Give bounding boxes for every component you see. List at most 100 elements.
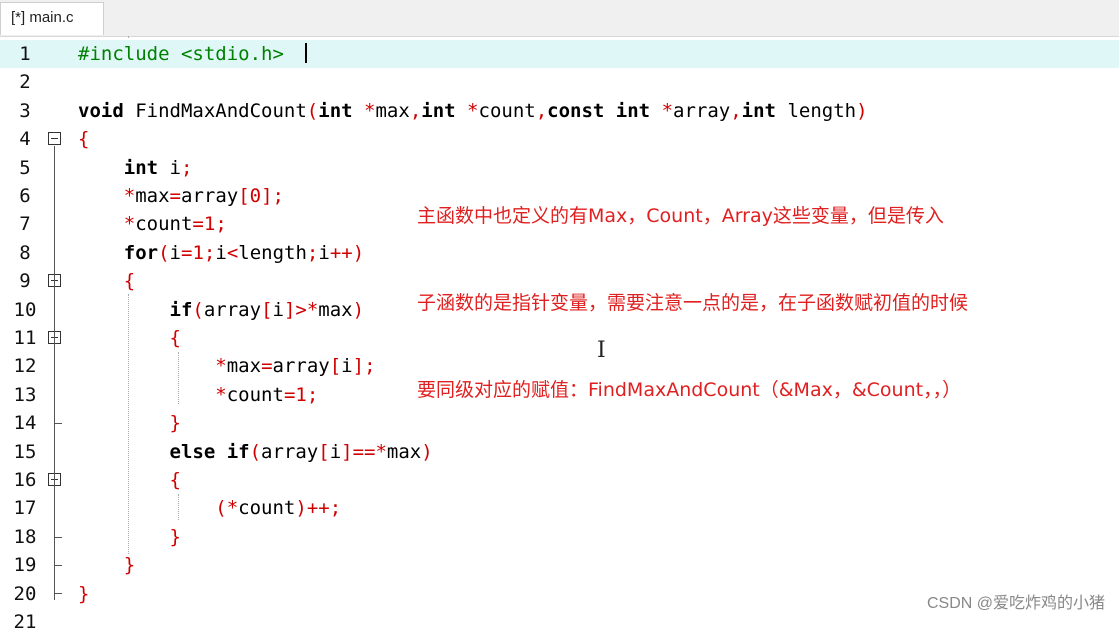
code-token: ; [306,384,319,406]
code-token: { [123,270,136,292]
code-token: , [535,100,548,122]
code-token: * [467,100,479,122]
fold-end-marker [54,423,62,424]
code-token: * [215,355,227,377]
code-text: { [78,324,181,352]
code-token: length [238,242,307,264]
code-line[interactable]: 19 } [0,551,1119,579]
annotation-text: 主函数中也定义的有Max，Count，Array这些变量，但是传入 子涵数的是指… [417,144,968,463]
line-number: 19 [13,554,37,576]
code-token: i [215,242,227,264]
code-line[interactable]: 17 (*count)++; [0,494,1119,522]
code-token: [ [261,299,273,321]
line-number: 4 [19,128,31,150]
line-number: 14 [13,412,37,434]
fold-end-marker [54,537,62,538]
code-text: { [78,466,181,494]
code-editor[interactable]: 1 #include <stdio.h> 2 3 void FindMaxAndCoun… [0,38,1119,633]
code-text: } [78,580,89,608]
code-line[interactable]: 1 #include <stdio.h> [0,40,1119,68]
code-token: ) [856,100,868,122]
code-token: } [169,526,181,548]
code-token: , [409,100,422,122]
code-token: int [123,157,159,179]
line-number: 16 [13,469,37,491]
code-line[interactable]: 2 [0,68,1119,96]
code-token: i [272,299,284,321]
code-text: *count=1; [78,210,227,238]
code-token: , [730,100,742,122]
code-token: ++) [329,242,365,264]
line-number: 17 [13,497,37,519]
code-token: count [238,497,296,519]
code-line[interactable]: 18 } [0,523,1119,551]
fold-end-marker [54,593,62,594]
text-caret [305,43,307,63]
code-token: max [375,100,410,122]
code-token: ; [203,242,216,264]
code-text: void FindMaxAndCount(int *max,int *count… [78,97,868,125]
line-number: 20 [13,583,37,605]
line-number: 9 [19,270,31,292]
code-token: ) [352,299,365,321]
code-token: = [169,185,181,207]
tab-main-c[interactable]: [*] main.c [0,2,104,35]
code-token: void [78,100,124,122]
code-token: else if [169,441,250,463]
code-token: count [478,100,536,122]
code-text: { [78,267,135,295]
fold-toggle-icon[interactable] [48,132,61,145]
code-token: array [203,299,262,321]
tab-title: [*] main.c [11,9,74,26]
code-token: * [661,100,674,122]
code-text: *max=array[i]; [78,352,375,380]
code-token: i [318,242,330,264]
code-token: int [741,100,776,122]
code-token: ; [215,213,227,235]
code-token: * [364,100,376,122]
code-token: ( [306,100,319,122]
line-number: 13 [13,384,37,406]
code-token: FindMaxAndCount [123,100,307,122]
code-text: { [78,125,89,153]
code-token: int [421,100,456,122]
code-text: int i; [78,154,193,182]
indent-guide [178,352,179,404]
code-text: } [78,523,181,551]
code-text: else if(array[i]==*max) [78,438,433,466]
code-text: *count=1; [78,381,318,409]
code-text: } [78,551,135,579]
code-token: 1 [295,384,307,406]
code-token: ]; [261,185,284,207]
line-number: 12 [13,355,37,377]
code-token: = [283,384,296,406]
code-token: < [226,242,239,264]
line-number: 5 [19,157,31,179]
code-token: max [135,185,170,207]
code-line[interactable]: 3 void FindMaxAndCount(int *max,int *coun… [0,97,1119,125]
code-text: #include <stdio.h> [78,40,284,68]
code-token: count [226,384,284,406]
code-token: max [226,355,262,377]
code-token: const int [547,100,651,122]
tab-bar: [*] main.c [0,0,1119,37]
code-token: [ [329,355,342,377]
code-token: = [192,213,204,235]
code-text: (*count)++; [78,494,341,522]
fold-end-marker [54,565,62,566]
code-token: i [329,441,342,463]
line-number: 3 [19,100,31,122]
code-token: = [261,355,273,377]
code-token: } [123,554,136,576]
code-line[interactable]: 16 { [0,466,1119,494]
code-token: i [158,157,181,179]
code-token: 1 [203,213,216,235]
code-token: length [776,100,857,122]
